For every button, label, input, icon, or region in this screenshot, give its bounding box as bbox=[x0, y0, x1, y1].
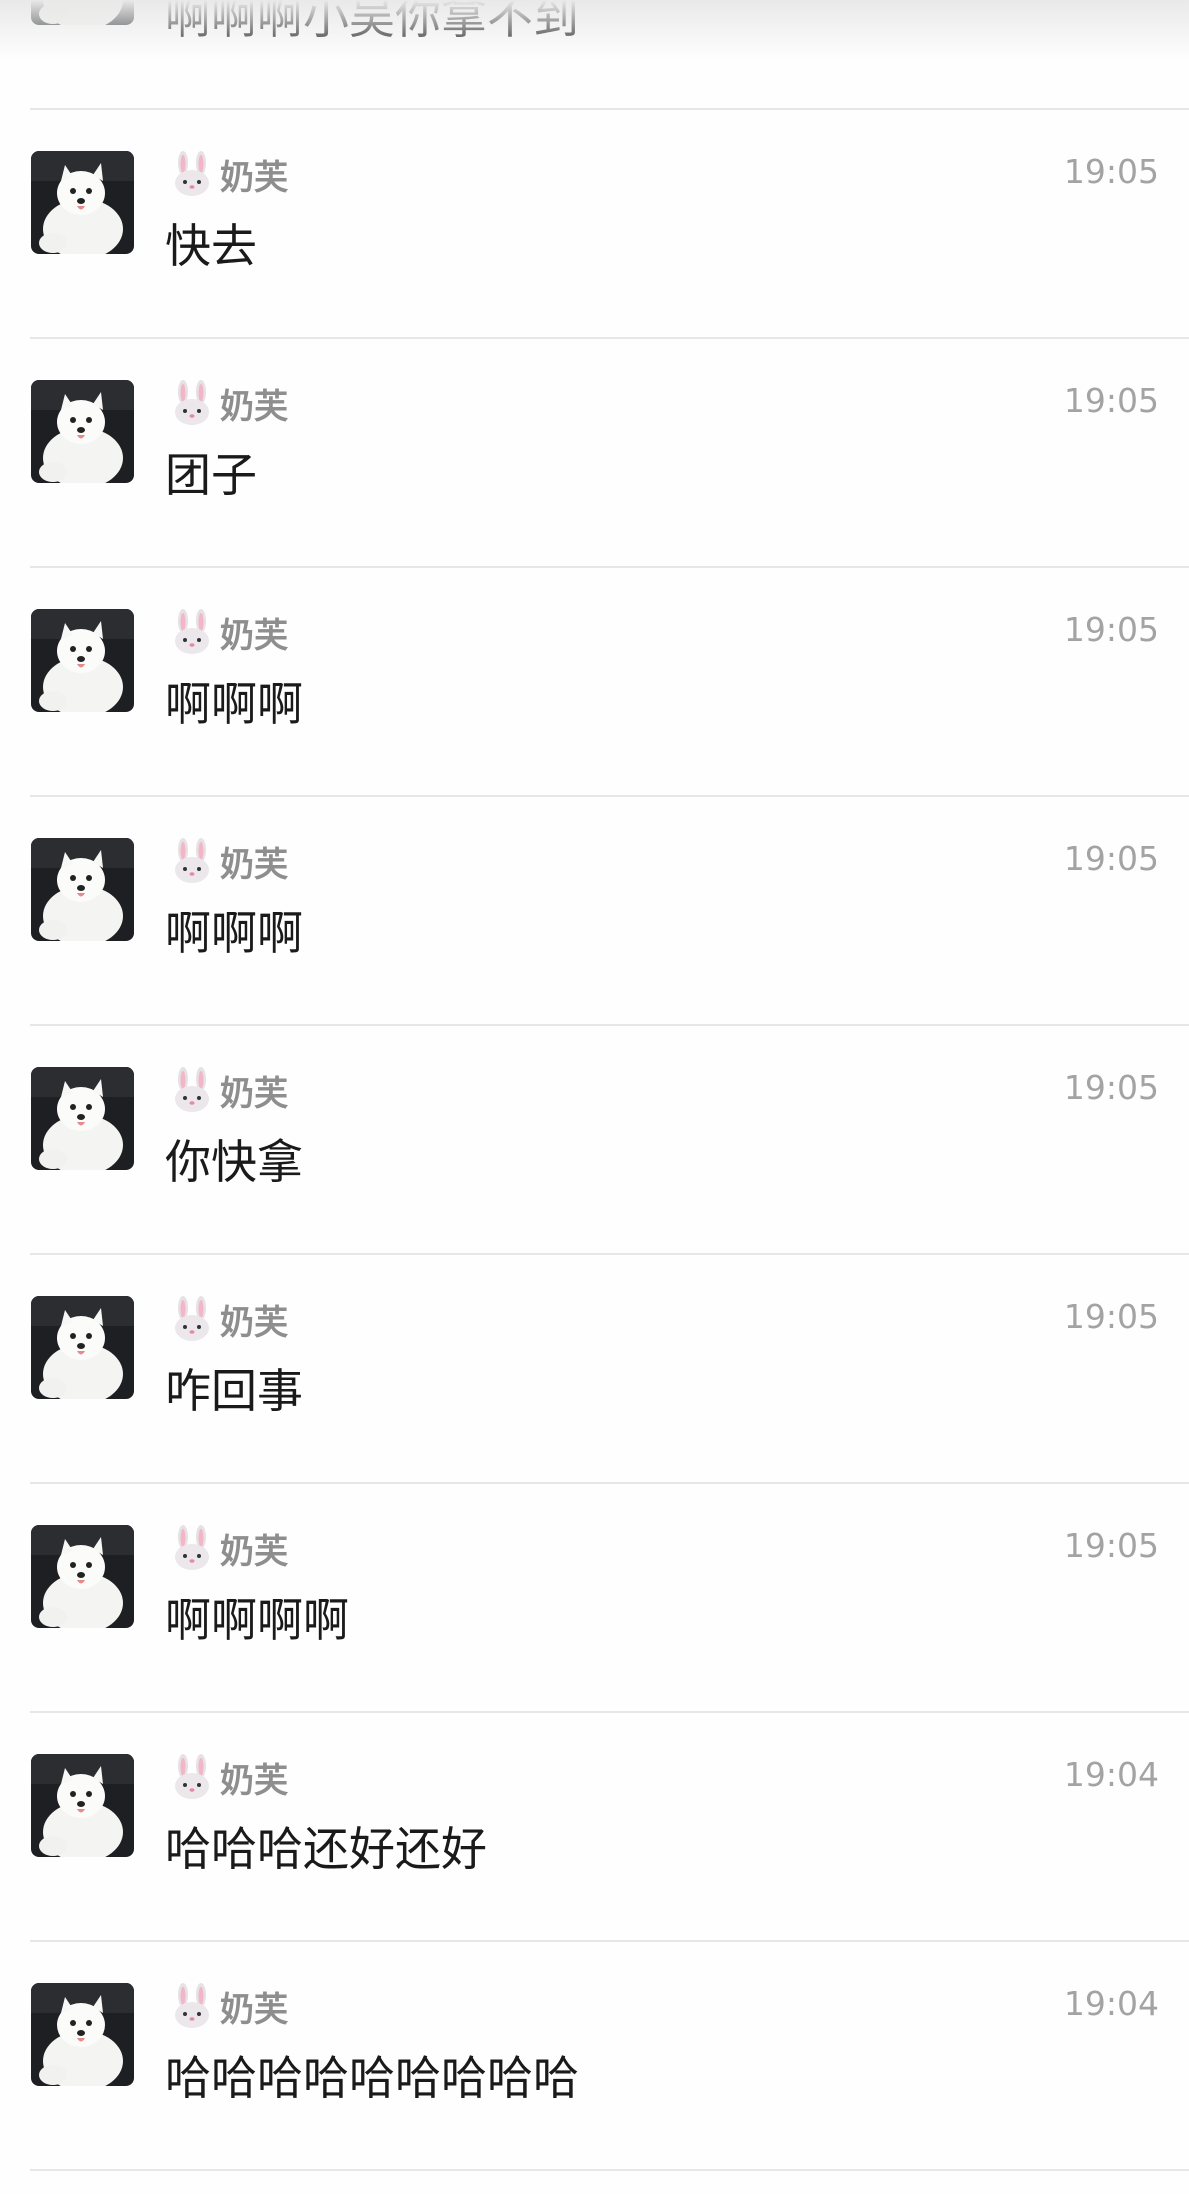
message-text: 你快拿 bbox=[165, 1135, 303, 1189]
message-row[interactable]: 奶芙 19:05 啊啊啊 bbox=[0, 568, 1189, 797]
sender-name: 奶芙 bbox=[170, 1522, 288, 1574]
message-row[interactable]: 奶芙 19:05 啊啊啊小吴你拿不到 bbox=[0, 0, 1189, 110]
message-time: 19:05 bbox=[1063, 152, 1159, 191]
message-time: 19:05 bbox=[1063, 1526, 1159, 1565]
sender-name: 奶芙 bbox=[170, 377, 288, 429]
samoyed-avatar-icon[interactable] bbox=[31, 0, 134, 25]
row-divider bbox=[30, 2169, 1189, 2171]
rabbit-face-icon bbox=[170, 1525, 214, 1571]
rabbit-face-icon bbox=[170, 838, 214, 884]
message-text: 哈哈哈哈哈哈哈哈哈 bbox=[165, 2051, 579, 2105]
message-row[interactable]: 奶芙 19:05 快去 bbox=[0, 110, 1189, 339]
sender-name-label: 奶芙 bbox=[220, 844, 288, 885]
message-text: 啊啊啊啊 bbox=[165, 1593, 349, 1647]
message-text: 哈哈哈还好还好 bbox=[165, 1822, 487, 1876]
rabbit-face-icon bbox=[170, 609, 214, 655]
message-time: 19:05 bbox=[1063, 610, 1159, 649]
message-time: 19:04 bbox=[1063, 1984, 1159, 2023]
message-text: 啊啊啊小吴你拿不到 bbox=[165, 0, 579, 44]
message-row[interactable]: 奶芙 19:05 团子 bbox=[0, 339, 1189, 568]
samoyed-avatar-icon[interactable] bbox=[31, 1296, 134, 1399]
sender-name: 奶芙 bbox=[170, 606, 288, 658]
sender-name-label: 奶芙 bbox=[220, 615, 288, 656]
rabbit-face-icon bbox=[170, 151, 214, 197]
message-row[interactable]: 奶芙 19:05 你快拿 bbox=[0, 1026, 1189, 1255]
message-row[interactable]: 奶芙 19:05 啊啊啊啊 bbox=[0, 1484, 1189, 1713]
message-time: 19:05 bbox=[1063, 839, 1159, 878]
message-row[interactable]: 奶芙 19:04 哈哈哈还好还好 bbox=[0, 1713, 1189, 1942]
message-text: 团子 bbox=[165, 448, 257, 502]
message-time: 19:04 bbox=[1063, 1755, 1159, 1794]
message-row[interactable]: 奶芙 19:05 咋回事 bbox=[0, 1255, 1189, 1484]
message-text: 啊啊啊 bbox=[165, 677, 303, 731]
sender-name-label: 奶芙 bbox=[220, 1531, 288, 1572]
rabbit-face-icon bbox=[170, 1067, 214, 1113]
sender-name: 奶芙 bbox=[170, 1980, 288, 2032]
message-time: 19:05 bbox=[1063, 1297, 1159, 1336]
sender-name: 奶芙 bbox=[170, 1293, 288, 1345]
message-text: 咋回事 bbox=[165, 1364, 303, 1418]
message-text: 啊啊啊 bbox=[165, 906, 303, 960]
samoyed-avatar-icon[interactable] bbox=[31, 838, 134, 941]
rabbit-face-icon bbox=[170, 1983, 214, 2029]
rabbit-face-icon bbox=[170, 1296, 214, 1342]
rabbit-face-icon bbox=[170, 1754, 214, 1800]
sender-name-label: 奶芙 bbox=[220, 1302, 288, 1343]
samoyed-avatar-icon[interactable] bbox=[31, 380, 134, 483]
sender-name: 奶芙 bbox=[170, 148, 288, 200]
message-list: 奶芙 19:05 啊啊啊小吴你拿不到 bbox=[0, 0, 1189, 2194]
sender-name-label: 奶芙 bbox=[220, 1073, 288, 1114]
message-row[interactable]: 奶芙 19:05 啊啊啊 bbox=[0, 797, 1189, 1026]
samoyed-avatar-icon[interactable] bbox=[31, 609, 134, 712]
sender-name: 奶芙 bbox=[170, 1064, 288, 1116]
sender-name-label: 奶芙 bbox=[220, 386, 288, 427]
samoyed-avatar-icon[interactable] bbox=[31, 151, 134, 254]
message-time: 19:05 bbox=[1063, 1068, 1159, 1107]
message-row[interactable]: 奶芙 19:04 哈哈哈哈哈哈哈哈哈 bbox=[0, 1942, 1189, 2171]
sender-name-label: 奶芙 bbox=[220, 1989, 288, 2030]
rabbit-face-icon bbox=[170, 380, 214, 426]
samoyed-avatar-icon[interactable] bbox=[31, 1983, 134, 2086]
sender-name: 奶芙 bbox=[170, 835, 288, 887]
samoyed-avatar-icon[interactable] bbox=[31, 1754, 134, 1857]
samoyed-avatar-icon[interactable] bbox=[31, 1067, 134, 1170]
message-time: 19:05 bbox=[1063, 381, 1159, 420]
message-text: 快去 bbox=[165, 219, 257, 273]
samoyed-avatar-icon[interactable] bbox=[31, 1525, 134, 1628]
sender-name-label: 奶芙 bbox=[220, 157, 288, 198]
sender-name-label: 奶芙 bbox=[220, 1760, 288, 1801]
sender-name: 奶芙 bbox=[170, 1751, 288, 1803]
